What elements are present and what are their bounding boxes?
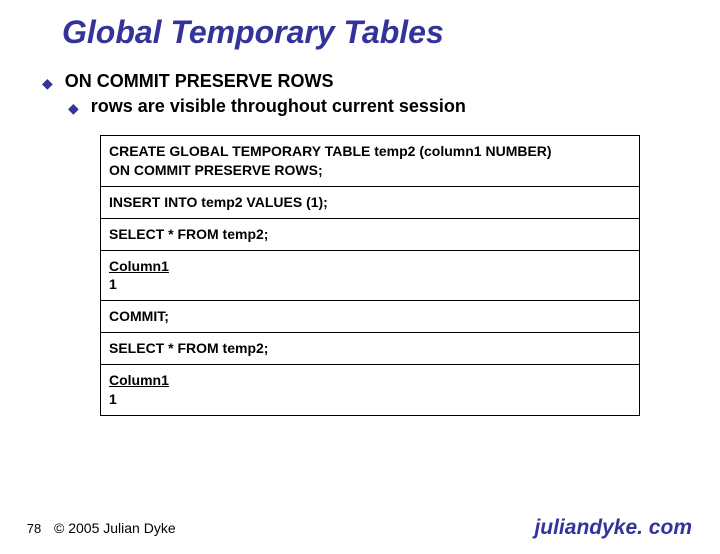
page-number: 78 (20, 521, 48, 536)
bullet-level2: ◆ rows are visible throughout current se… (68, 96, 720, 117)
code-box: CREATE GLOBAL TEMPORARY TABLE temp2 (col… (100, 135, 640, 416)
code-select-1: SELECT * FROM temp2; (101, 219, 639, 251)
code-commit: COMMIT; (101, 301, 639, 333)
copyright-text: © 2005 Julian Dyke (54, 520, 176, 536)
slide-title: Global Temporary Tables (62, 14, 720, 51)
footer-left: 78 © 2005 Julian Dyke (20, 520, 176, 536)
result-header-1: Column1 (109, 258, 169, 274)
diamond-icon: ◆ (42, 75, 53, 92)
site-url: juliandyke. com (534, 516, 692, 540)
result-row-2: 1 (109, 391, 117, 407)
code-select-2: SELECT * FROM temp2; (101, 333, 639, 365)
bullet-text-2: rows are visible throughout current sess… (91, 96, 466, 117)
result-header-2: Column1 (109, 372, 169, 388)
bullet-text-1: ON COMMIT PRESERVE ROWS (65, 71, 334, 92)
result-row-1: 1 (109, 276, 117, 292)
content-area: ◆ ON COMMIT PRESERVE ROWS ◆ rows are vis… (42, 71, 720, 117)
footer: 78 © 2005 Julian Dyke juliandyke. com (0, 516, 720, 540)
bullet-level1: ◆ ON COMMIT PRESERVE ROWS (42, 71, 720, 92)
result-1: Column1 1 (101, 251, 639, 302)
code-create: CREATE GLOBAL TEMPORARY TABLE temp2 (col… (101, 136, 639, 187)
diamond-icon: ◆ (68, 100, 79, 117)
result-2: Column1 1 (101, 365, 639, 415)
code-insert: INSERT INTO temp2 VALUES (1); (101, 187, 639, 219)
